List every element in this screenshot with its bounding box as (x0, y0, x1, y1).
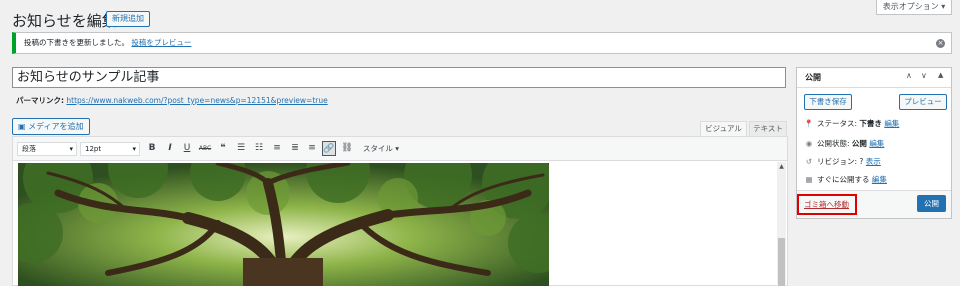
revisions-row: ↺ リビジョン: ? 表示 (805, 157, 881, 166)
move-to-trash-link[interactable]: ゴミ箱へ移動 (804, 199, 849, 210)
blockquote-icon[interactable]: ❝ (216, 141, 230, 156)
tree-image[interactable] (18, 163, 549, 286)
format-select[interactable]: 段落 ▾ (17, 142, 77, 156)
add-media-button[interactable]: ▣ メディアを追加 (12, 118, 90, 135)
notice-text: 投稿の下書きを更新しました。 (24, 38, 129, 47)
collapse-icon[interactable]: ▲ (938, 71, 943, 79)
scroll-up-icon[interactable]: ▲ (778, 163, 785, 170)
numbered-list-icon[interactable]: ☷ (252, 141, 266, 156)
schedule-edit-link[interactable]: 編集 (872, 175, 887, 184)
save-draft-button[interactable]: 下書き保存 (804, 94, 852, 110)
permalink-label: パーマリンク: (16, 96, 64, 105)
revisions-link[interactable]: 表示 (866, 157, 881, 166)
status-row: 📍 ステータス: 下書き 編集 (804, 119, 900, 128)
preview-button[interactable]: プレビュー (899, 94, 947, 110)
status-edit-link[interactable]: 編集 (884, 119, 899, 128)
link-icon[interactable]: 🔗 (322, 141, 336, 156)
media-icon: ▣ (18, 122, 26, 131)
eye-icon: ◉ (805, 139, 813, 148)
divider (797, 87, 951, 88)
tab-visual[interactable]: ビジュアル (700, 121, 747, 136)
publish-box-title: 公開 (805, 73, 821, 82)
visibility-edit-link[interactable]: 編集 (869, 139, 884, 148)
visibility-row: ◉ 公開状態: 公開 編集 (805, 139, 885, 148)
history-icon: ↺ (805, 157, 813, 166)
unlink-icon[interactable]: ⛓ (340, 141, 354, 156)
style-menu[interactable]: スタイル ▾ (360, 141, 402, 156)
permalink: パーマリンク: https://www.nakweb.com/?post_typ… (16, 95, 328, 106)
publish-button[interactable]: 公開 (917, 195, 946, 212)
strikethrough-icon[interactable]: ABC (198, 141, 212, 156)
align-left-icon[interactable]: ≡ (270, 141, 284, 156)
italic-icon[interactable]: I (163, 141, 177, 156)
add-new-button[interactable]: 新規追加 (106, 11, 150, 27)
bullet-list-icon[interactable]: ☰ (234, 141, 248, 156)
update-notice: 投稿の下書きを更新しました。 投稿をプレビュー × (12, 32, 952, 54)
permalink-link[interactable]: https://www.nakweb.com/?post_type=news&p… (66, 96, 327, 105)
font-size-select[interactable]: 12pt ▾ (80, 142, 140, 156)
tab-text[interactable]: テキスト (749, 121, 787, 136)
scrollbar-thumb[interactable] (778, 238, 785, 286)
underline-icon[interactable]: U (180, 141, 194, 156)
add-media-label: メディアを追加 (28, 122, 84, 131)
schedule-row: ▦ すぐに公開する 編集 (805, 175, 887, 184)
move-up-icon[interactable]: ∧ (906, 71, 912, 80)
page-title: お知らせを編集 (12, 12, 117, 30)
move-down-icon[interactable]: ∨ (921, 71, 927, 80)
calendar-icon: ▦ (805, 175, 813, 184)
align-center-icon[interactable]: ≣ (288, 141, 302, 156)
align-right-icon[interactable]: ≡ (305, 141, 319, 156)
notice-preview-link[interactable]: 投稿をプレビュー (131, 38, 191, 47)
bold-icon[interactable]: B (145, 141, 159, 156)
post-title-input[interactable]: お知らせのサンプル記事 (12, 67, 786, 88)
dismiss-icon[interactable]: × (936, 39, 945, 48)
screen-options-button[interactable]: 表示オプション ▾ (876, 0, 952, 15)
pin-icon: 📍 (804, 119, 814, 128)
